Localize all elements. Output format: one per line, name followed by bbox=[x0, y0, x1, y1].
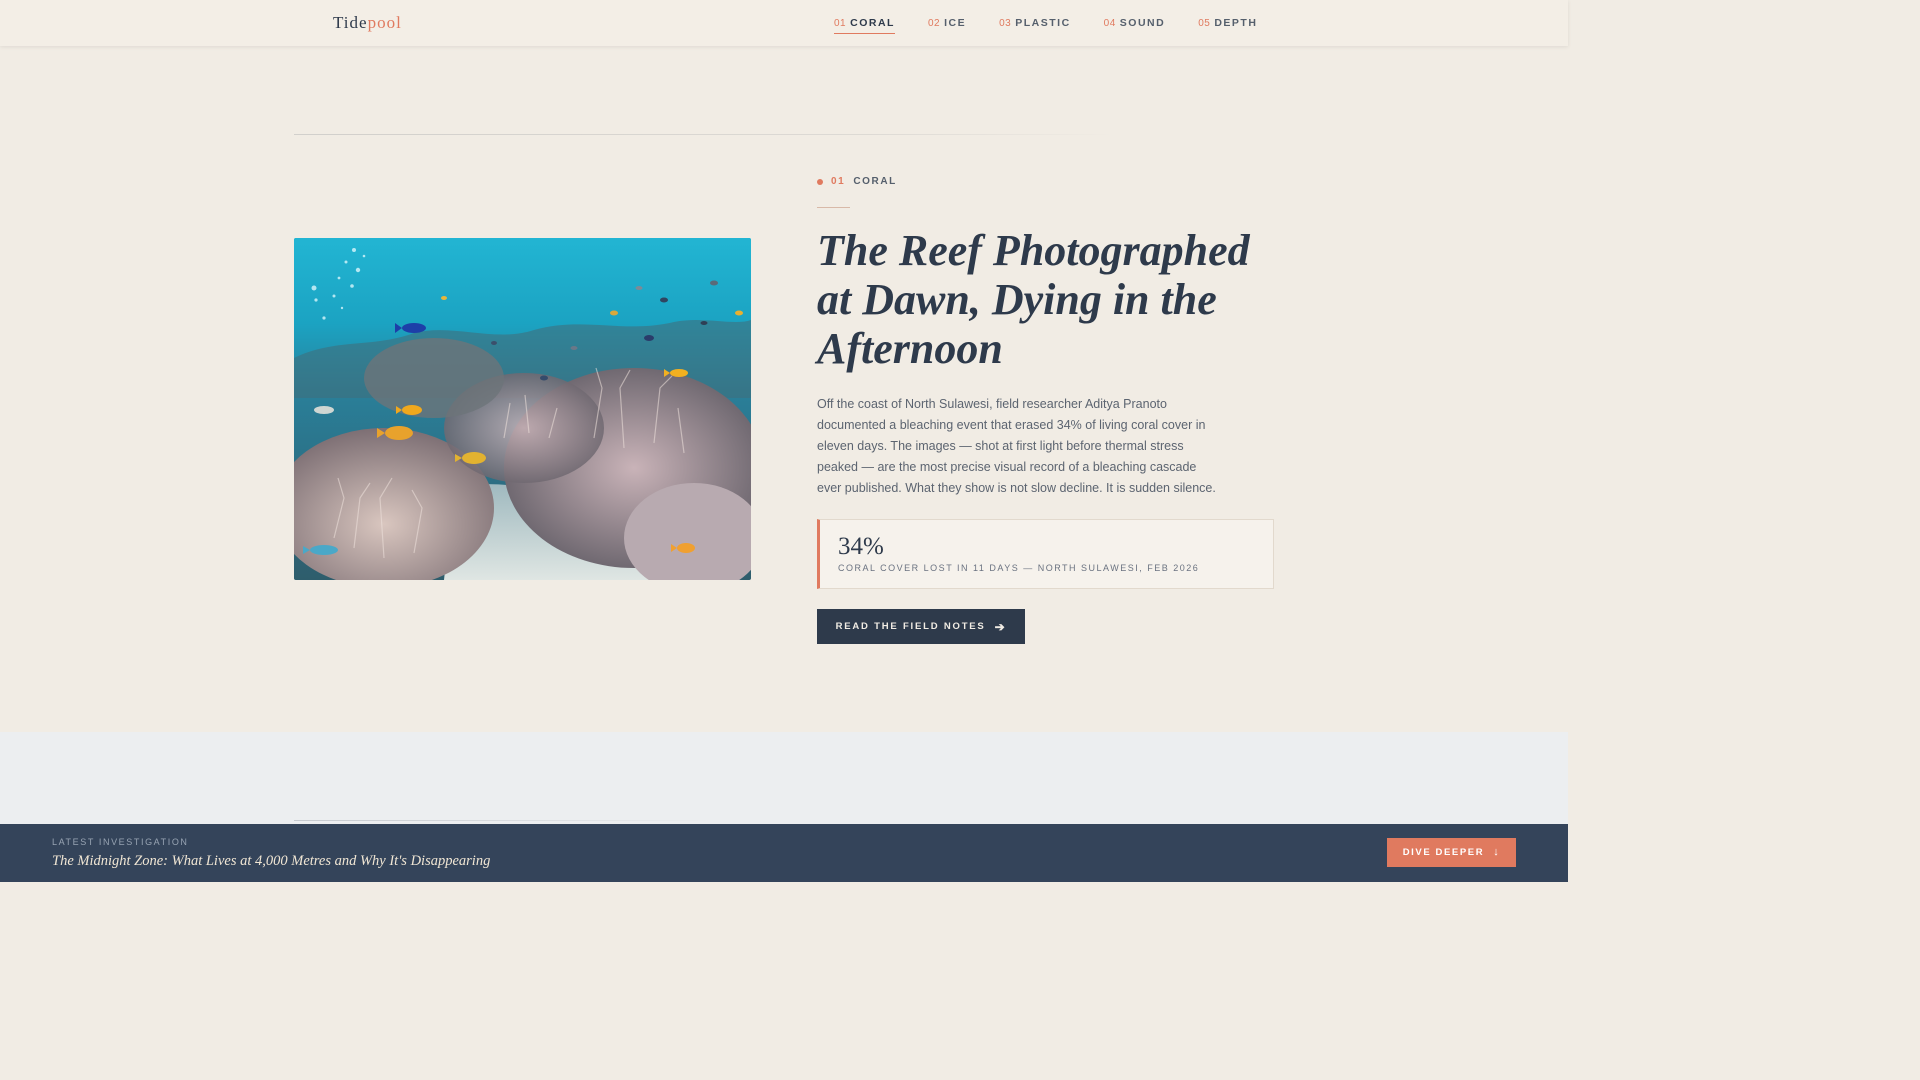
dive-deeper-label: DIVE DEEPER bbox=[1402, 847, 1485, 858]
nav-item-number: 04 bbox=[1103, 18, 1116, 29]
stat-callout: 34% CORAL COVER LOST IN 11 DAYS — NORTH … bbox=[817, 519, 1274, 589]
nav-item-number: 01 bbox=[834, 18, 847, 29]
nav-item-number: 03 bbox=[999, 18, 1012, 29]
article-kicker: 01 CORAL bbox=[817, 176, 897, 187]
dive-deeper-button[interactable]: DIVE DEEPER ↓ bbox=[1387, 838, 1516, 867]
brand-name-part1: Tide bbox=[333, 13, 368, 32]
cta-label: READ THE FIELD NOTES bbox=[835, 621, 986, 632]
kicker-dot-icon bbox=[817, 178, 823, 185]
kicker-label: CORAL bbox=[853, 176, 897, 187]
stat-label: CORAL COVER LOST IN 11 DAYS — NORTH SULA… bbox=[838, 563, 1200, 573]
nav-item-label: DEPTH bbox=[1214, 17, 1258, 29]
nav-item-sound[interactable]: 04 SOUND bbox=[1104, 17, 1166, 32]
latest-investigation-title[interactable]: The Midnight Zone: What Lives at 4,000 M… bbox=[52, 853, 490, 870]
nav-item-number: 05 bbox=[1198, 18, 1211, 29]
stat-value: 34% bbox=[838, 533, 884, 560]
kicker-divider bbox=[817, 207, 850, 208]
nav-item-depth[interactable]: 05 DEPTH bbox=[1198, 17, 1257, 32]
section-divider bbox=[294, 134, 1114, 135]
top-navbar: Tidepool 01 CORAL 02 ICE 03 PLASTIC 04 S… bbox=[0, 0, 1568, 46]
read-field-notes-button[interactable]: READ THE FIELD NOTES ➔ bbox=[817, 609, 1025, 644]
article-headline: The Reef Photographed at Dawn, Dying in … bbox=[817, 226, 1250, 373]
arrow-right-icon: ➔ bbox=[994, 619, 1007, 634]
section-nav: 01 CORAL 02 ICE 03 PLASTIC 04 SOUND 05 D… bbox=[834, 17, 1257, 34]
nav-item-number: 02 bbox=[927, 18, 941, 29]
kicker-number: 01 bbox=[831, 176, 846, 187]
brand-name-part2: pool bbox=[367, 13, 402, 32]
nav-item-ice[interactable]: 02 ICE bbox=[928, 17, 966, 32]
nav-item-label: ICE bbox=[944, 17, 967, 29]
latest-investigation-bar: LATEST INVESTIGATION The Midnight Zone: … bbox=[0, 824, 1568, 882]
nav-item-plastic[interactable]: 03 PLASTIC bbox=[999, 17, 1071, 32]
next-section-band bbox=[0, 732, 1568, 824]
nav-item-label: PLASTIC bbox=[1015, 17, 1071, 29]
article-dek: Off the coast of North Sulawesi, field r… bbox=[817, 397, 1216, 495]
brand-logo[interactable]: Tidepool bbox=[333, 13, 402, 33]
section-divider bbox=[294, 820, 714, 821]
nav-item-label: SOUND bbox=[1119, 17, 1166, 29]
latest-investigation-label: LATEST INVESTIGATION bbox=[52, 837, 189, 847]
nav-item-coral[interactable]: 01 CORAL bbox=[834, 17, 895, 34]
arrow-down-icon: ↓ bbox=[1493, 846, 1501, 858]
nav-item-label: CORAL bbox=[850, 17, 895, 29]
coral-reef-photo bbox=[294, 238, 751, 580]
coral-reef-illustration bbox=[294, 238, 751, 580]
